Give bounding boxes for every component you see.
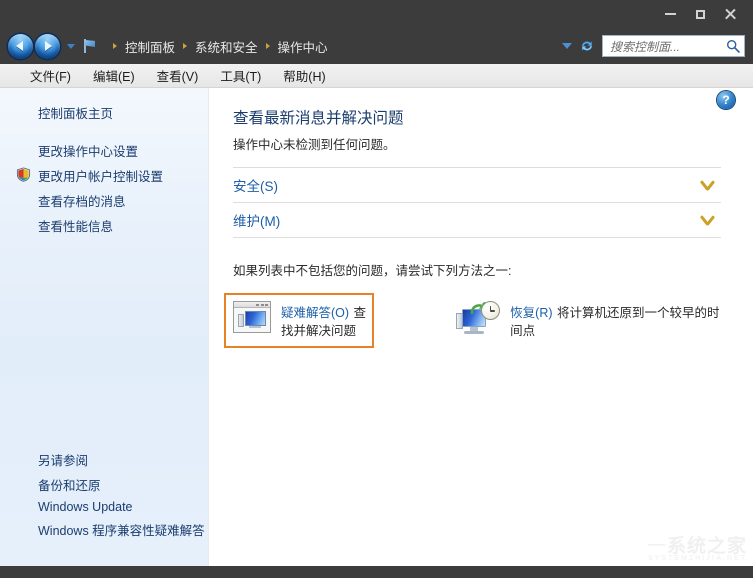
action-tiles: 疑难解答(O) 查找并解决问题 恢复(R) 将计算机还原到一个较早的时间点: [224, 293, 721, 348]
search-icon[interactable]: [726, 39, 740, 53]
menu-tools[interactable]: 工具(T): [212, 64, 269, 87]
watermark: 一系统之家 SYSTEMZHIJIA.NET: [647, 531, 747, 562]
watermark-subtext: SYSTEMZHIJIA.NET: [648, 555, 747, 562]
recovery-icon: [456, 301, 501, 339]
sidebar-item-program-compatibility-troubleshooter[interactable]: Windows 程序兼容性疑难解答: [0, 517, 208, 542]
breadcrumb-separator-icon[interactable]: [265, 43, 270, 49]
breadcrumb-item-control-panel[interactable]: 控制面板: [122, 36, 178, 57]
address-bar-right: 搜索控制面...: [562, 35, 745, 57]
navigation-buttons: [8, 33, 75, 59]
menu-edit[interactable]: 编辑(E): [85, 64, 143, 87]
try-one-of-these-text: 如果列表中不包括您的问题，请尝试下列方法之一:: [233, 264, 512, 278]
sidebar-item-backup-restore[interactable]: 备份和还原: [0, 472, 208, 497]
sidebar: 控制面板主页 更改操作中心设置 更改用户帐户控制设置 查看存档的消息 查看性能信…: [0, 88, 209, 566]
page-subtitle: 操作中心未检测到任何问题。: [233, 138, 396, 152]
sidebar-item-change-action-center-settings[interactable]: 更改操作中心设置: [0, 138, 208, 163]
section-security-label: 安全(S): [233, 179, 278, 194]
window-controls: [655, 0, 745, 28]
breadcrumb: 控制面板 系统和安全 操作中心: [108, 36, 331, 57]
sidebar-item-view-archived-messages[interactable]: 查看存档的消息: [0, 188, 208, 213]
menu-bar: 文件(F) 编辑(E) 查看(V) 工具(T) 帮助(H): [0, 64, 753, 88]
sidebar-item-label: 查看存档的消息: [38, 195, 126, 209]
section-maintenance[interactable]: 维护(M): [233, 203, 721, 237]
explorer-window: 控制面板 系统和安全 操作中心 搜索控制面... 文件(F) 编辑(E) 查看(…: [0, 0, 753, 578]
title-bar: [0, 0, 753, 28]
recovery-title[interactable]: 恢复(R): [510, 306, 552, 320]
menu-help[interactable]: 帮助(H): [275, 64, 333, 87]
chevron-down-icon[interactable]: [699, 214, 717, 226]
address-dropdown-icon[interactable]: [562, 43, 572, 49]
section-maintenance-label: 维护(M): [233, 214, 281, 229]
sidebar-item-label: 更改操作中心设置: [38, 145, 139, 159]
see-also-title: 另请参阅: [38, 454, 89, 468]
section-security[interactable]: 安全(S): [233, 168, 721, 202]
breadcrumb-separator-icon: [113, 43, 117, 49]
address-bar: 控制面板 系统和安全 操作中心 搜索控制面...: [0, 28, 753, 64]
watermark-text: 系统之家: [666, 536, 747, 557]
see-also-section: 另请参阅 备份和还原 Windows Update Windows 程序兼容性疑…: [0, 447, 208, 542]
menu-view[interactable]: 查看(V): [149, 64, 207, 87]
page-title: 查看最新消息并解决问题: [233, 110, 404, 127]
troubleshoot-icon: [233, 301, 271, 333]
refresh-icon[interactable]: [579, 38, 595, 54]
sidebar-item-label: 更改用户帐户控制设置: [38, 170, 164, 184]
uac-shield-icon: [16, 167, 31, 182]
maximize-button[interactable]: [685, 3, 715, 25]
sidebar-item-view-performance-info[interactable]: 查看性能信息: [0, 213, 208, 238]
chevron-down-icon[interactable]: [699, 179, 717, 191]
sidebar-item-control-panel-home[interactable]: 控制面板主页: [0, 101, 208, 124]
troubleshoot-title[interactable]: 疑难解答(O): [281, 306, 349, 320]
breadcrumb-item-system-security[interactable]: 系统和安全: [192, 36, 261, 57]
recent-pages-dropdown-icon[interactable]: [67, 43, 75, 49]
breadcrumb-separator-icon[interactable]: [183, 43, 188, 49]
search-placeholder: 搜索控制面...: [610, 39, 681, 54]
back-button[interactable]: [8, 33, 33, 59]
control-panel-flag-icon: [82, 38, 98, 54]
close-button[interactable]: [715, 3, 745, 25]
breadcrumb-item-action-center[interactable]: 操作中心: [275, 36, 331, 57]
help-icon[interactable]: ?: [717, 91, 735, 109]
sidebar-item-label: 查看性能信息: [38, 220, 114, 234]
sidebar-item-change-uac-settings[interactable]: 更改用户帐户控制设置: [0, 163, 208, 188]
sidebar-item-label: Windows Update: [38, 500, 133, 514]
window-body: 控制面板主页 更改操作中心设置 更改用户帐户控制设置 查看存档的消息 查看性能信…: [0, 88, 753, 566]
content-area: ? 查看最新消息并解决问题 操作中心未检测到任何问题。 安全(S) 维护(M) …: [209, 88, 753, 566]
sidebar-item-label: Windows 程序兼容性疑难解答: [38, 524, 205, 538]
search-input[interactable]: 搜索控制面...: [602, 35, 745, 57]
menu-file[interactable]: 文件(F): [22, 64, 79, 87]
sidebar-item-label: 备份和还原: [38, 479, 101, 493]
minimize-button[interactable]: [655, 3, 685, 25]
sidebar-item-windows-update[interactable]: Windows Update: [0, 497, 208, 517]
watermark-dash: 一: [646, 536, 667, 557]
troubleshoot-tile[interactable]: 疑难解答(O) 查找并解决问题: [224, 293, 375, 348]
forward-button[interactable]: [35, 33, 60, 59]
divider: [233, 237, 721, 238]
recovery-tile[interactable]: 恢复(R) 将计算机还原到一个较早的时间点: [456, 293, 721, 348]
